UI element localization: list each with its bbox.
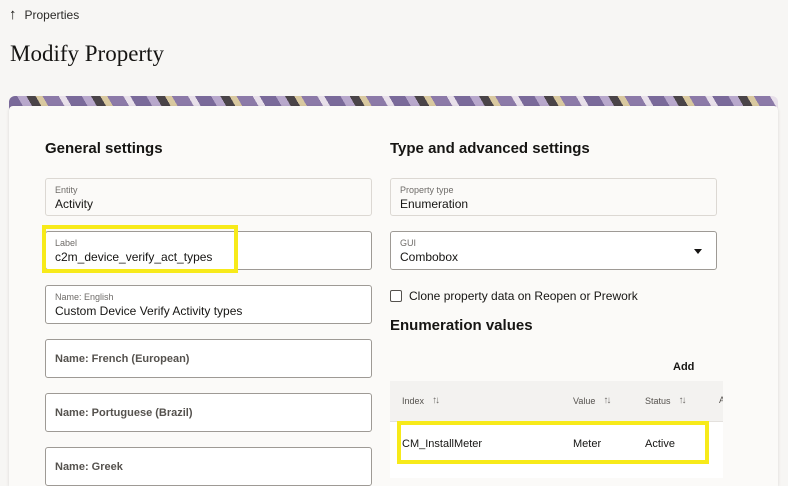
name-greek-input[interactable]: Name: Greek — [45, 447, 372, 486]
general-settings-title: General settings — [45, 140, 163, 157]
row-value: Meter — [573, 438, 602, 450]
gui-label: GUI — [400, 238, 417, 248]
sort-icon[interactable]: ↑↓ — [603, 395, 611, 406]
column-status-label: Status — [645, 395, 671, 406]
label-input[interactable]: Label c2m_device_verify_act_types — [45, 231, 372, 270]
name-portuguese-label: Name: Portuguese (Brazil) — [55, 407, 193, 419]
column-extra-label: A — [719, 395, 723, 405]
name-english-value: Custom Device Verify Activity types — [55, 304, 243, 318]
name-english-input[interactable]: Name: English Custom Device Verify Activ… — [45, 285, 372, 324]
enumeration-values-title: Enumeration values — [390, 317, 533, 334]
label-field-value: c2m_device_verify_act_types — [55, 250, 213, 264]
clone-property-label: Clone property data on Reopen or Prework — [409, 289, 638, 303]
entity-label: Entity — [55, 185, 78, 195]
column-value-label: Value — [573, 395, 596, 406]
table-header: Index ↑↓ Value ↑↓ Status ↑↓ A — [390, 381, 723, 422]
name-french-input[interactable]: Name: French (European) — [45, 339, 372, 378]
enumeration-table: Index ↑↓ Value ↑↓ Status ↑↓ A CM_Install… — [390, 381, 723, 478]
column-extra[interactable]: A — [719, 395, 723, 405]
row-status: Active — [645, 438, 675, 450]
column-index-label: Index — [402, 395, 425, 406]
entity-value: Activity — [55, 197, 94, 211]
property-type-field: Property type Enumeration — [390, 178, 717, 216]
sort-icon[interactable]: ↑↓ — [432, 395, 440, 406]
column-index[interactable]: Index ↑↓ — [402, 395, 440, 406]
column-status[interactable]: Status ↑↓ — [645, 395, 687, 406]
name-portuguese-input[interactable]: Name: Portuguese (Brazil) — [45, 393, 372, 432]
name-french-label: Name: French (European) — [55, 353, 190, 365]
entity-field: Entity Activity — [45, 178, 372, 216]
caret-down-icon — [694, 249, 702, 254]
sort-icon[interactable]: ↑↓ — [679, 395, 687, 406]
gui-value: Combobox — [400, 250, 459, 264]
label-field-label: Label — [55, 238, 78, 248]
column-value[interactable]: Value ↑↓ — [573, 395, 611, 406]
arrow-up-icon: ↑ — [9, 6, 17, 23]
gui-select[interactable]: GUI Combobox — [390, 231, 717, 270]
clone-property-option[interactable]: Clone property data on Reopen or Prework — [390, 289, 638, 303]
clone-property-checkbox[interactable] — [390, 290, 402, 302]
page-title: Modify Property — [10, 41, 164, 66]
property-type-value: Enumeration — [400, 197, 469, 211]
row-index: CM_InstallMeter — [402, 438, 483, 450]
name-english-label: Name: English — [55, 292, 114, 302]
breadcrumb-label: Properties — [24, 8, 80, 22]
table-row[interactable]: CM_InstallMeter Meter Active — [390, 422, 723, 462]
property-type-label: Property type — [400, 185, 454, 195]
add-enumeration-button[interactable]: Add — [673, 361, 694, 373]
name-greek-label: Name: Greek — [55, 461, 123, 473]
advanced-settings-title: Type and advanced settings — [390, 140, 590, 157]
back-to-properties-link[interactable]: ↑ Properties — [9, 7, 79, 23]
